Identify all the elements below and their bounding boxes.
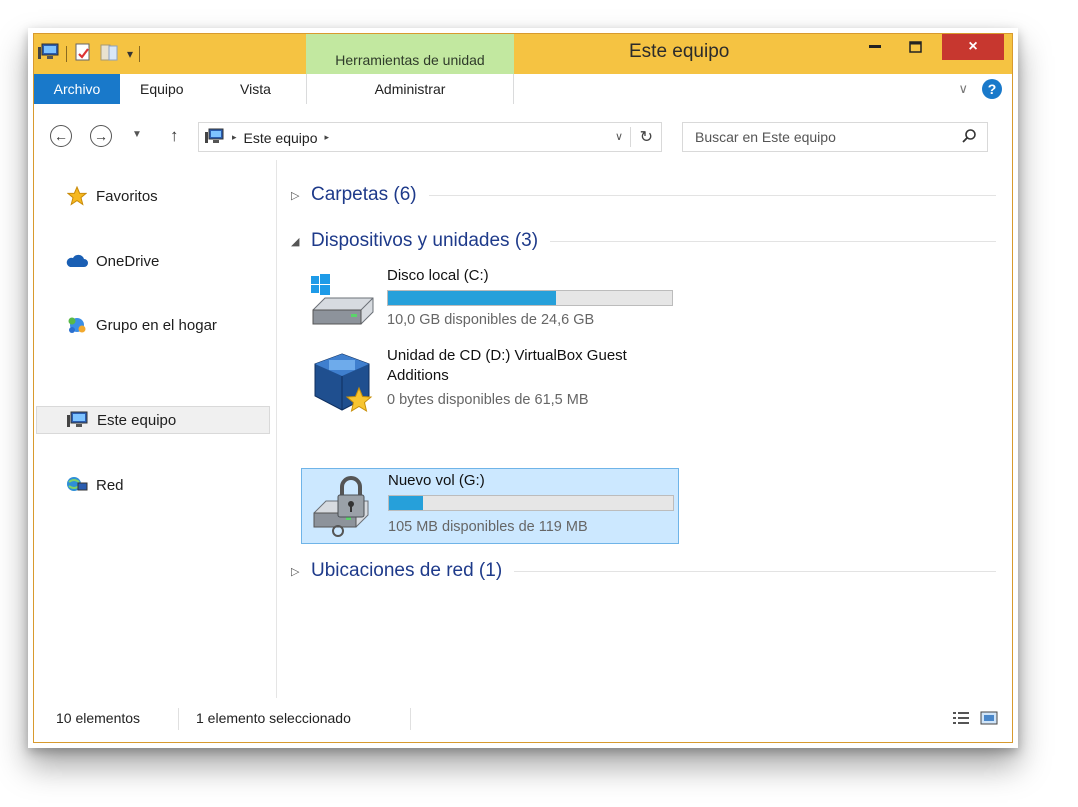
search-placeholder: Buscar en Este equipo bbox=[695, 129, 836, 145]
expand-triangle-icon[interactable]: ▷ bbox=[291, 565, 311, 578]
drive-name: Nuevo vol (G:) bbox=[388, 472, 485, 489]
sidebar-item-label: Grupo en el hogar bbox=[96, 316, 217, 334]
status-bar: 10 elementos 1 elemento seleccionado bbox=[34, 698, 1012, 742]
breadcrumb: ▸ Este equipo ▸ bbox=[205, 128, 329, 147]
computer-icon bbox=[205, 128, 225, 147]
quick-access-toolbar: ▾ bbox=[38, 40, 141, 68]
group-title: Dispositivos y unidades (3) bbox=[311, 230, 539, 251]
drive-item-c[interactable]: Disco local (C:) 10,0 GB disponibles de … bbox=[301, 264, 679, 340]
qat-separator bbox=[66, 46, 67, 62]
homegroup-icon bbox=[66, 315, 88, 335]
up-button[interactable]: ↑ bbox=[170, 126, 179, 146]
computer-icon[interactable] bbox=[38, 43, 60, 66]
drive-free-space: 0 bytes disponibles de 61,5 MB bbox=[387, 392, 589, 408]
sidebar-item-grupo-hogar[interactable]: Grupo en el hogar bbox=[66, 311, 217, 339]
sidebar-item-label: Favoritos bbox=[96, 187, 158, 205]
drive-usage-bar bbox=[388, 495, 674, 511]
status-separator bbox=[410, 708, 411, 730]
sidebar-item-este-equipo[interactable]: Este equipo bbox=[36, 406, 270, 434]
navigation-pane: Favoritos OneDrive Grupo en el hogar Est… bbox=[34, 160, 277, 698]
breadcrumb-este-equipo[interactable]: Este equipo bbox=[244, 130, 318, 146]
tab-archivo[interactable]: Archivo bbox=[34, 74, 120, 104]
ribbon-tabs: Archivo Equipo Vista Administrar ∨ ? bbox=[34, 74, 1012, 105]
explorer-window: ▾ Herramientas de unidad Este equipo × A… bbox=[33, 33, 1013, 743]
status-item-count: 10 elementos bbox=[56, 710, 141, 726]
group-divider bbox=[550, 240, 996, 242]
drive-free-space: 10,0 GB disponibles de 24,6 GB bbox=[387, 312, 595, 328]
sidebar-item-red[interactable]: Red bbox=[66, 471, 124, 499]
group-divider bbox=[514, 570, 996, 572]
group-divider bbox=[428, 194, 996, 196]
group-ubicaciones-red[interactable]: ▷ Ubicaciones de red (1) bbox=[291, 556, 996, 586]
expand-ribbon-icon[interactable]: ∨ bbox=[958, 81, 968, 97]
drive-usage-fill bbox=[389, 496, 424, 510]
search-icon[interactable] bbox=[961, 128, 977, 144]
drive-usage-bar bbox=[387, 290, 673, 306]
tab-equipo[interactable]: Equipo bbox=[140, 74, 184, 104]
ribbon-controls: ∨ ? bbox=[958, 79, 1002, 99]
group-dispositivos[interactable]: ◢ Dispositivos y unidades (3) bbox=[291, 226, 996, 256]
status-separator bbox=[178, 708, 179, 730]
sidebar-item-onedrive[interactable]: OneDrive bbox=[66, 247, 159, 275]
title-bar: ▾ Herramientas de unidad Este equipo × bbox=[34, 34, 1012, 74]
group-title: Carpetas (6) bbox=[311, 184, 417, 205]
windows-drive-icon bbox=[307, 270, 377, 334]
cloud-icon bbox=[66, 251, 88, 271]
sidebar-item-label: Red bbox=[96, 476, 124, 494]
content-pane: ▷ Carpetas (6) ◢ Dispositivos y unidades… bbox=[277, 160, 1012, 698]
view-switcher bbox=[952, 710, 998, 731]
search-box[interactable]: Buscar en Este equipo bbox=[682, 122, 988, 152]
forward-button[interactable]: → bbox=[90, 125, 112, 147]
customize-qat-icon[interactable]: ▾ bbox=[127, 47, 133, 61]
collapse-triangle-icon[interactable]: ◢ bbox=[291, 235, 311, 248]
group-carpetas[interactable]: ▷ Carpetas (6) bbox=[291, 180, 996, 210]
network-icon bbox=[66, 475, 88, 495]
sidebar-item-label: Este equipo bbox=[97, 411, 177, 429]
expand-triangle-icon[interactable]: ▷ bbox=[291, 189, 311, 202]
sidebar-item-label: OneDrive bbox=[96, 252, 160, 270]
drive-usage-fill bbox=[388, 291, 556, 305]
drive-item-g[interactable]: Nuevo vol (G:) 105 MB disponibles de 119… bbox=[301, 468, 679, 544]
new-folder-icon[interactable] bbox=[99, 42, 121, 67]
tab-administrar[interactable]: Administrar bbox=[306, 74, 514, 104]
large-icons-view-icon[interactable] bbox=[980, 710, 998, 731]
drive-item-d[interactable]: Unidad de CD (D:) VirtualBox Guest Addit… bbox=[301, 344, 679, 420]
sidebar-item-favoritos[interactable]: Favoritos bbox=[66, 182, 158, 210]
window-title: Este equipo bbox=[629, 41, 730, 62]
close-button[interactable]: × bbox=[942, 34, 1004, 60]
breadcrumb-arrow-icon[interactable]: ▸ bbox=[324, 132, 329, 143]
help-icon[interactable]: ? bbox=[982, 79, 1002, 99]
tab-vista[interactable]: Vista bbox=[240, 74, 271, 104]
breadcrumb-arrow-icon[interactable]: ▸ bbox=[232, 132, 237, 143]
star-icon bbox=[66, 186, 88, 206]
address-separator bbox=[630, 127, 631, 147]
virtualbox-cd-icon bbox=[307, 350, 377, 414]
properties-icon[interactable] bbox=[73, 42, 93, 67]
status-selection: 1 elemento seleccionado bbox=[196, 710, 351, 726]
drive-free-space: 105 MB disponibles de 119 MB bbox=[388, 519, 588, 535]
locked-drive-icon bbox=[308, 475, 378, 539]
refresh-icon[interactable]: ↻ bbox=[640, 127, 653, 147]
drive-name: Unidad de CD (D:) VirtualBox Guest Addit… bbox=[387, 347, 627, 384]
address-dropdown-icon[interactable]: ∨ bbox=[615, 130, 623, 143]
address-bar[interactable]: ▸ Este equipo ▸ ∨ ↻ bbox=[198, 122, 662, 152]
group-title: Ubicaciones de red (1) bbox=[311, 560, 503, 581]
details-view-icon[interactable] bbox=[952, 710, 970, 731]
qat-separator bbox=[139, 46, 141, 62]
minimize-button[interactable] bbox=[860, 34, 890, 60]
drive-name: Disco local (C:) bbox=[387, 267, 489, 284]
recent-locations-icon[interactable]: ▼ bbox=[132, 129, 142, 140]
context-tab-header: Herramientas de unidad bbox=[306, 34, 514, 74]
back-button[interactable]: ← bbox=[50, 125, 72, 147]
navigation-bar: ← → ▼ ↑ ▸ Este equipo ▸ ∨ ↻ Buscar en Es… bbox=[34, 104, 1012, 160]
computer-icon bbox=[67, 410, 89, 430]
maximize-button[interactable] bbox=[900, 34, 930, 60]
